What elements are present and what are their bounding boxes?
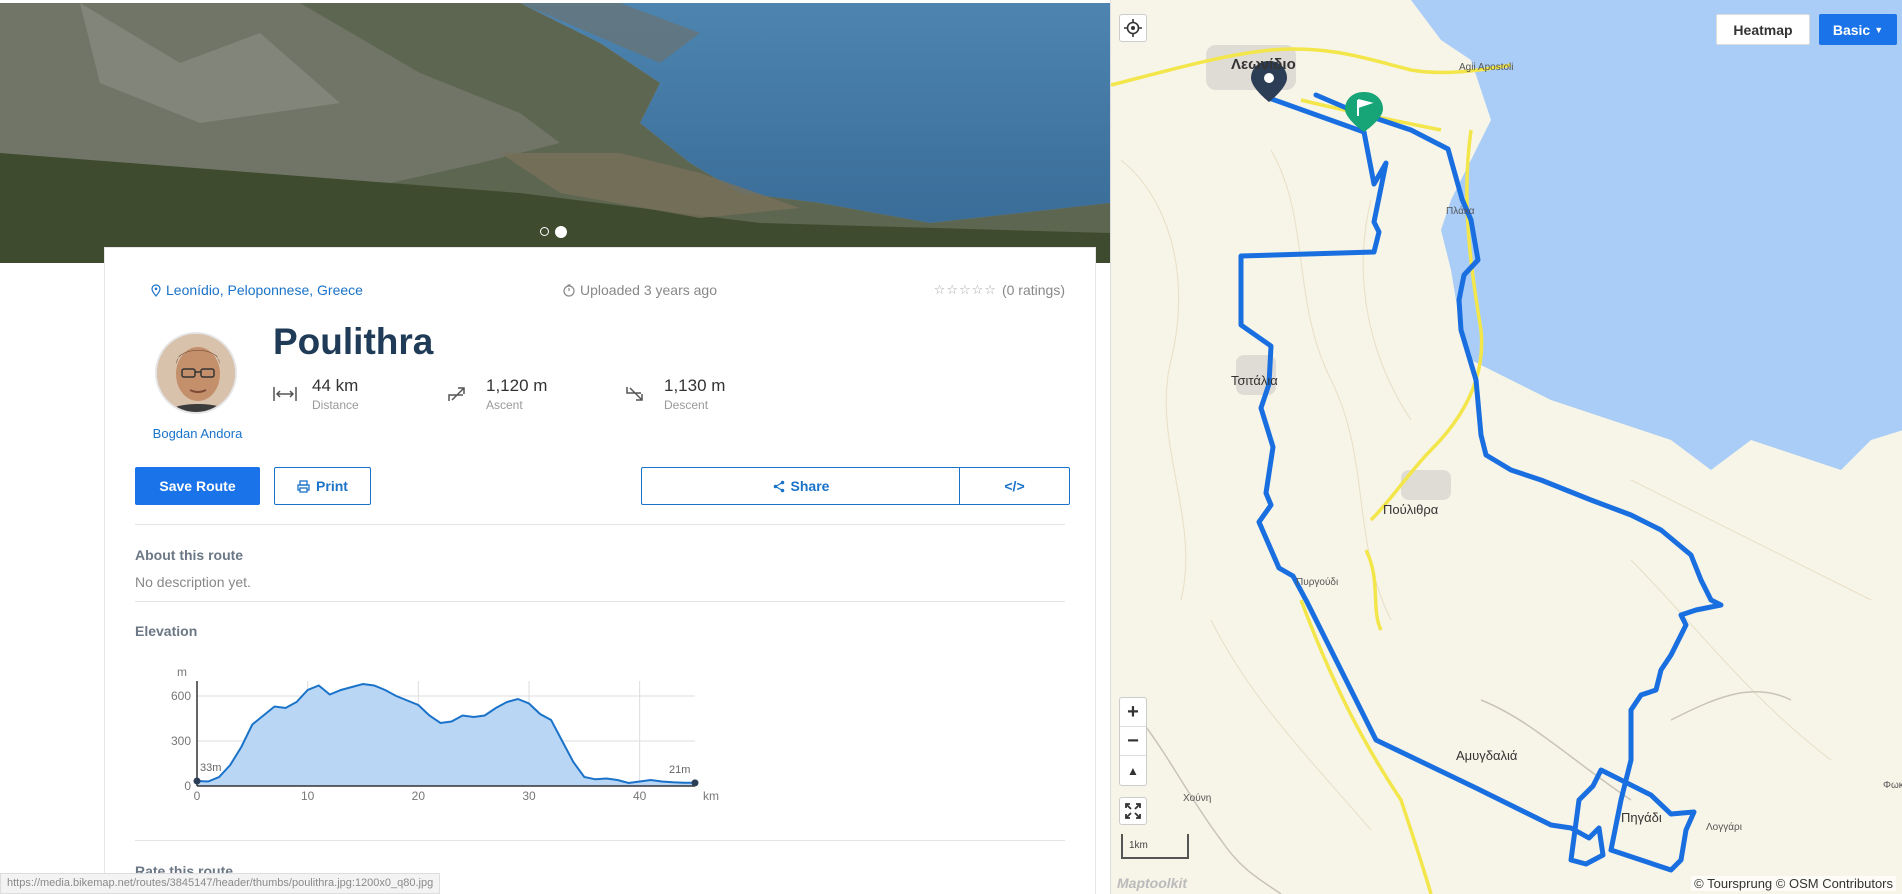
map-style-dropdown[interactable]: Basic ▼ [1819, 14, 1897, 45]
y-tick-label: 0 [184, 779, 191, 793]
printer-icon [297, 479, 310, 493]
stopwatch-icon [563, 283, 575, 297]
descent-label: Descent [664, 398, 709, 412]
zoom-out-button[interactable]: − [1120, 727, 1146, 756]
location-link[interactable]: Leonídio, Peloponnese, Greece [151, 282, 363, 298]
carousel-dot-1[interactable] [540, 227, 549, 236]
start-elevation-label: 33m [200, 762, 221, 774]
route-detail-panel: Leonídio, Peloponnese, Greece Uploaded 3… [0, 0, 1110, 894]
route-map[interactable]: Λεωνίδιο Agii Apostoli Πλάκα Τσιτάλια Πο… [1110, 0, 1902, 894]
divider [135, 601, 1065, 602]
avatar[interactable] [155, 332, 237, 414]
compass-button[interactable]: ▲ [1120, 756, 1146, 785]
page-title: Poulithra [273, 321, 434, 362]
uploaded-text: Uploaded 3 years ago [580, 282, 717, 298]
route-meta: Leonídio, Peloponnese, Greece Uploaded 3… [151, 282, 1065, 300]
divider [135, 840, 1065, 841]
descent-value: 1,130 m [664, 376, 726, 395]
crosshair-icon [1124, 19, 1142, 37]
y-unit-label: m [177, 666, 187, 679]
author-photo [157, 334, 235, 412]
upload-info: Uploaded 3 years ago [563, 282, 717, 298]
star-rating-icons: ☆☆☆☆☆ [933, 282, 997, 297]
place-label: Agii Apostoli [1459, 62, 1514, 73]
place-label: Λογγάρι [1706, 822, 1742, 833]
about-heading: About this route [135, 547, 244, 563]
descent-icon [626, 387, 643, 401]
elevation-profile-svg: 0 300 600 0 10 20 30 40 km m 33m 21m [171, 665, 719, 803]
place-label: Φωκ [1883, 780, 1902, 791]
place-label: Πηγάδι [1621, 810, 1662, 825]
distance-value: 44 km [312, 376, 359, 395]
share-label: Share [790, 478, 830, 494]
x-tick-label: 0 [194, 789, 201, 803]
embed-code-button[interactable]: </> [959, 467, 1070, 505]
caret-down-icon: ▼ [1874, 24, 1884, 35]
x-tick-label: 20 [412, 789, 426, 803]
distance-icon [273, 387, 297, 401]
carousel-dot-2[interactable] [555, 226, 567, 238]
elevation-area [197, 684, 695, 786]
ascent-icon [448, 387, 465, 401]
place-label: Αμυγδαλιά [1456, 748, 1518, 763]
elevation-heading: Elevation [135, 623, 198, 639]
x-tick-label: 30 [522, 789, 536, 803]
map-attribution[interactable]: © Toursprung © OSM Contributors [1691, 876, 1896, 891]
route-info-card: Leonídio, Peloponnese, Greece Uploaded 3… [105, 248, 1095, 894]
share-button[interactable]: Share [641, 467, 960, 505]
location-text: Leonídio, Peloponnese, Greece [166, 282, 363, 298]
author-link[interactable]: Bogdan Andora [125, 426, 270, 441]
print-label: Print [316, 478, 348, 494]
ratings-count: (0 ratings) [1001, 282, 1065, 298]
ascent-value: 1,120 m [486, 376, 548, 395]
zoom-controls: + − ▲ [1119, 697, 1147, 786]
place-label: Πυργούδι [1296, 577, 1339, 588]
ascent-label: Ascent [486, 398, 523, 412]
photo-carousel-dots [540, 226, 567, 238]
zoom-in-button[interactable]: + [1120, 698, 1146, 727]
end-point [691, 779, 699, 787]
locate-me-button[interactable] [1119, 14, 1147, 42]
place-label: Τσιτάλια [1231, 373, 1278, 388]
save-route-button[interactable]: Save Route [135, 467, 260, 505]
print-button[interactable]: Print [274, 467, 371, 505]
place-label: Χούνη [1183, 793, 1212, 804]
expand-icon [1125, 803, 1141, 819]
share-icon [773, 480, 784, 492]
place-label: Λεωνίδιο [1231, 56, 1296, 73]
rating-summary: ☆☆☆☆☆ (0 ratings) [934, 282, 1065, 298]
elevation-chart[interactable]: 0 300 600 0 10 20 30 40 km m 33m 21m [135, 665, 735, 816]
map-scale-bar: 1km [1121, 834, 1189, 859]
x-tick-label: 10 [301, 789, 315, 803]
fullscreen-button[interactable] [1119, 797, 1147, 825]
distance-label: Distance [312, 398, 359, 412]
place-label: Πλάκα [1446, 206, 1475, 217]
y-tick-label: 300 [171, 734, 191, 748]
divider [135, 524, 1065, 525]
browser-status-url: https://media.bikemap.net/routes/3845147… [0, 873, 441, 894]
x-tick-label: 40 [633, 789, 647, 803]
start-point [193, 777, 201, 785]
about-text: No description yet. [135, 574, 251, 590]
end-elevation-label: 21m [669, 764, 690, 776]
landscape-photo [0, 3, 1110, 263]
heatmap-toggle[interactable]: Heatmap [1716, 14, 1810, 45]
x-unit-label: km [703, 789, 719, 803]
route-header-photo[interactable] [0, 3, 1110, 263]
y-tick-label: 600 [171, 689, 191, 703]
maptoolkit-logo: Maptoolkit [1117, 875, 1187, 891]
place-label: Πούλιθρα [1383, 502, 1439, 517]
map-style-label: Basic [1832, 21, 1871, 38]
pin-icon [151, 283, 161, 297]
